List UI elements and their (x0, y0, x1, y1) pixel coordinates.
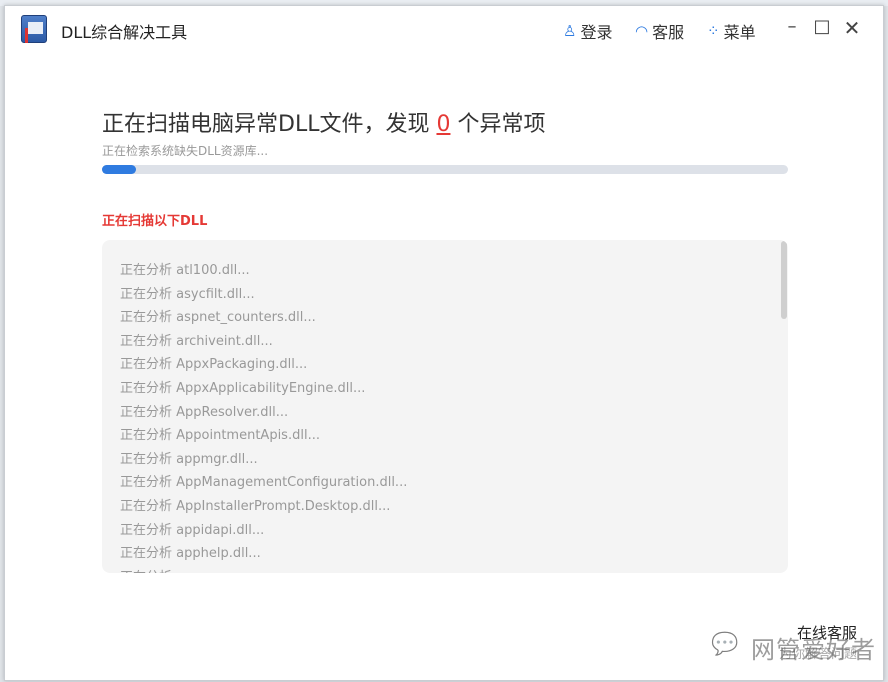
service-label: 客服 (652, 23, 685, 42)
scan-list[interactable]: 正在分析 atl100.dll... 正在分析 asycfilt.dll... 正在… (102, 240, 788, 573)
anomaly-count[interactable]: 0 (436, 112, 450, 137)
headset-icon: ◠ (635, 22, 649, 40)
scan-status: 正在检索系统缺失DLL资源库... (102, 144, 269, 158)
login-label: 登录 (580, 23, 613, 42)
minimize-button[interactable]: – (782, 16, 802, 37)
progress-fill (102, 165, 137, 174)
title-bar: DLL综合解决工具 ♙ 登录 ◠ 客服 ⁘ 菜单 – □ ✕ (5, 6, 883, 52)
app-logo-icon (21, 15, 47, 43)
scan-list-item: 正在分析 AppManagementConfiguration.dll... (120, 475, 408, 491)
wechat-icon: 💬 (711, 632, 739, 657)
scan-list-item: 正在分析 AppointmentApis.dll... (120, 428, 320, 444)
customer-service-button[interactable]: ◠ 客服 (635, 19, 684, 43)
scan-progress-bar (102, 165, 788, 174)
scan-list-item: 正在分析 AppxPackaging.dll... (120, 357, 308, 373)
menu-button[interactable]: ⁘ 菜单 (707, 19, 756, 43)
heading-suffix: 个异常项 (457, 112, 546, 137)
app-window: DLL综合解决工具 ♙ 登录 ◠ 客服 ⁘ 菜单 – □ ✕ 正在扫描电脑异常DLL文… (4, 5, 884, 681)
login-button[interactable]: ♙ 登录 (563, 19, 612, 43)
scan-list-title: 正在扫描以下DLL (102, 214, 208, 229)
maximize-button[interactable]: □ (812, 16, 832, 37)
scan-list-item: 正在分析 aspnet_counters.dll... (120, 310, 316, 326)
scan-list-item: 正在分析 asycfilt.dll... (120, 286, 255, 302)
scan-list-item: 正在分析 AppResolver.dll... (120, 404, 289, 420)
scan-list-item: 正在分析 appidapi.dll... (120, 522, 265, 538)
scan-list-item: 正在分析 apphelp.dll... (120, 546, 261, 562)
scan-list-item: 正在分析 archiveint.dll... (120, 333, 273, 349)
heading-prefix: 正在扫描电脑异常DLL文件，发现 (102, 112, 430, 137)
scrollbar[interactable] (781, 241, 787, 319)
scan-list-item: 正在分析 atl100.dll... (120, 263, 250, 278)
scan-list-item: 正在分析 AppxApplicabilityEngine.dll... (120, 380, 366, 396)
close-button[interactable]: ✕ (842, 16, 862, 40)
user-icon: ♙ (563, 22, 577, 40)
watermark: 网管爱好者 (751, 636, 876, 664)
menu-label: 菜单 (723, 23, 756, 42)
scan-list-item: 正在分析 AppInstallerPrompt.Desktop.dll... (120, 498, 391, 514)
scan-heading: 正在扫描电脑异常DLL文件，发现 0 个异常项 (102, 106, 545, 138)
scan-list-item: 正在分析 appmgr.dll... (120, 451, 258, 467)
scan-list-item: 正在分析 (120, 566, 788, 573)
app-title: DLL综合解决工具 (61, 23, 188, 42)
grid-icon: ⁘ (707, 22, 720, 40)
